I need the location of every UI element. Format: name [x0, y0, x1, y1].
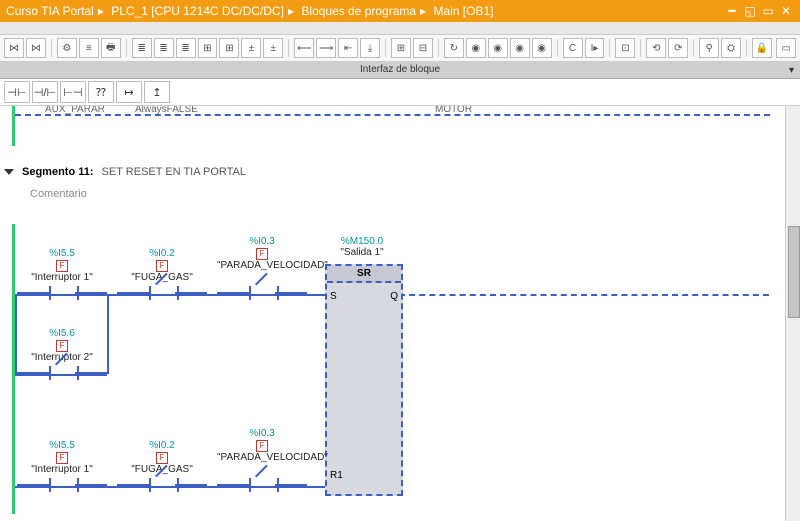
- prev-node: MOTOR: [435, 106, 472, 115]
- tool-button[interactable]: ≣: [154, 38, 174, 58]
- maximize-icon[interactable]: ▭: [760, 4, 776, 18]
- sr-title: SR: [327, 266, 401, 283]
- title-bar: Curso TIA Portal▸ PLC_1 [CPU 1214C DC/DC…: [0, 0, 800, 22]
- ladder-tool[interactable]: ⊣/⊢: [32, 81, 58, 103]
- prev-node: AUX_PARAR: [45, 106, 105, 115]
- contact-interruptor1-b[interactable]: %I5.5 F "Interruptor 1": [17, 440, 107, 494]
- tool-button[interactable]: ⚲: [699, 38, 719, 58]
- tool-button[interactable]: ≣: [132, 38, 152, 58]
- chevron-down-icon[interactable]: ▾: [789, 63, 794, 79]
- tool-button[interactable]: ≡: [79, 38, 99, 58]
- contact-interruptor2[interactable]: %I5.6 F "Interruptor 2": [17, 328, 107, 382]
- sr-block[interactable]: SR S Q R1: [325, 264, 403, 496]
- tool-button[interactable]: ⊞: [391, 38, 411, 58]
- vertical-scrollbar[interactable]: [785, 106, 800, 521]
- close-icon[interactable]: ✕: [778, 4, 794, 18]
- contact-interruptor1[interactable]: %I5.5 F "Interruptor 1": [17, 248, 107, 302]
- breadcrumb: Curso TIA Portal▸ PLC_1 [CPU 1214C DC/DC…: [6, 4, 724, 18]
- sr-symbol: "Salida 1": [325, 247, 399, 258]
- tool-button[interactable]: 🔒: [752, 38, 772, 58]
- tool-button[interactable]: I▸: [585, 38, 605, 58]
- ladder-tool[interactable]: ⊣⊢: [4, 81, 30, 103]
- tool-button[interactable]: ⇤: [338, 38, 358, 58]
- tool-button[interactable]: ⊟: [413, 38, 433, 58]
- tool-button[interactable]: ⟵: [294, 38, 314, 58]
- tool-button[interactable]: ⊞: [198, 38, 218, 58]
- main-toolbar: ⋈ ⋈ ⚙ ≡ 🖶 ≣ ≣ ≣ ⊞ ⊞ ± ± ⟵ ⟶ ⇤ ⤓ ⊞ ⊟ ↻ ◉ …: [0, 35, 800, 62]
- interface-bar[interactable]: Interfaz de bloque ▾: [0, 62, 800, 79]
- segment-number: Segmento 11:: [22, 166, 94, 178]
- segment-title[interactable]: SET RESET EN TIA PORTAL: [102, 166, 246, 178]
- tool-button[interactable]: 🖶: [101, 38, 121, 58]
- ladder-tool[interactable]: ↥: [144, 81, 170, 103]
- contact-fuga-gas[interactable]: %I0.2 F "FUGA_GAS": [117, 248, 207, 302]
- minimize-icon[interactable]: ━: [724, 4, 740, 18]
- tool-button[interactable]: ◉: [488, 38, 508, 58]
- ladder-tool[interactable]: ↦: [116, 81, 142, 103]
- tool-button[interactable]: ⟲: [646, 38, 666, 58]
- contact-fuga-gas-b[interactable]: %I0.2 F "FUGA_GAS": [117, 440, 207, 494]
- ladder-tool[interactable]: ⊢⊣: [60, 81, 86, 103]
- tool-button[interactable]: ⋈: [4, 38, 24, 58]
- sub-bar: [0, 22, 800, 35]
- collapse-icon[interactable]: [4, 169, 14, 175]
- tool-button[interactable]: ◉: [510, 38, 530, 58]
- tool-button[interactable]: ⤓: [360, 38, 380, 58]
- segment-comment[interactable]: Comentario: [30, 188, 87, 200]
- tool-button[interactable]: ⋈: [26, 38, 46, 58]
- ladder-toolbar: ⊣⊢ ⊣/⊢ ⊢⊣ ⁇ ↦ ↥: [0, 79, 800, 106]
- port-q: Q: [390, 291, 398, 302]
- sr-address: %M150.0: [325, 236, 399, 247]
- tool-button[interactable]: ±: [241, 38, 261, 58]
- restore-icon[interactable]: ◱: [742, 4, 758, 18]
- tool-button[interactable]: ◉: [466, 38, 486, 58]
- ladder-editor[interactable]: AUX_PARAR AlwaysFALSE MOTOR Segmento 11:…: [0, 106, 800, 521]
- contact-parada-velocidad[interactable]: %I0.3 F "PARADA_VELOCIDAD": [217, 236, 307, 302]
- tool-button[interactable]: ◉: [532, 38, 552, 58]
- tool-button[interactable]: ±: [263, 38, 283, 58]
- tool-button[interactable]: ▭: [776, 38, 796, 58]
- tool-button[interactable]: ⟶: [316, 38, 336, 58]
- port-s: S: [330, 291, 337, 302]
- ladder-tool[interactable]: ⁇: [88, 81, 114, 103]
- contact-parada-velocidad-b[interactable]: %I0.3 F "PARADA_VELOCIDAD": [217, 428, 307, 494]
- tool-button[interactable]: ≣: [176, 38, 196, 58]
- scroll-thumb[interactable]: [788, 226, 800, 318]
- tool-button[interactable]: ⊡: [615, 38, 635, 58]
- tool-button[interactable]: ⟳: [668, 38, 688, 58]
- tool-button[interactable]: ⛭: [721, 38, 741, 58]
- tool-button[interactable]: ⚙: [57, 38, 77, 58]
- prev-node: AlwaysFALSE: [135, 106, 198, 115]
- tool-button[interactable]: C: [563, 38, 583, 58]
- tool-button[interactable]: ⊞: [219, 38, 239, 58]
- tool-button[interactable]: ↻: [444, 38, 464, 58]
- port-r1: R1: [330, 470, 343, 481]
